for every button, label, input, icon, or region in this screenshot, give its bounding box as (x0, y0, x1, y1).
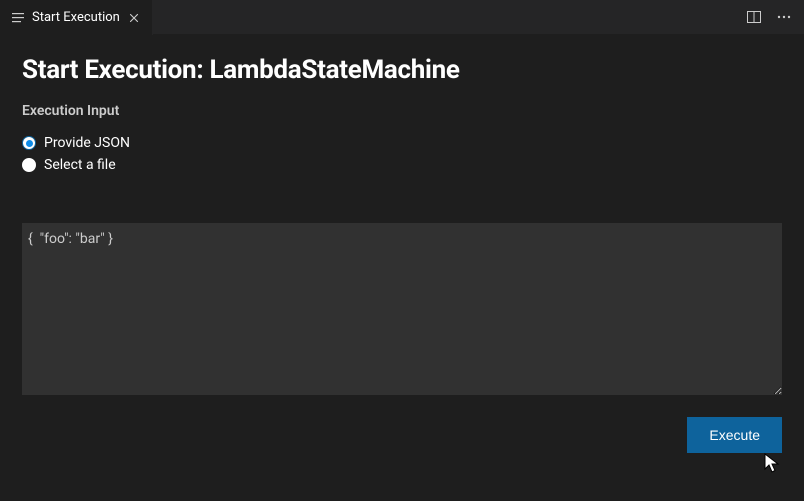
button-row: Execute (22, 417, 782, 453)
radio-indicator-file (22, 158, 36, 172)
radio-provide-json[interactable]: Provide JSON (22, 135, 782, 151)
radio-indicator-json (22, 136, 36, 150)
page-title: Start Execution: LambdaStateMachine (22, 55, 782, 85)
tab-title: Start Execution (32, 10, 120, 25)
more-actions-icon[interactable] (776, 9, 792, 25)
tab-actions (734, 0, 804, 34)
radio-group: Provide JSON Select a file (22, 135, 782, 173)
radio-select-file[interactable]: Select a file (22, 157, 782, 173)
json-input-textarea[interactable] (22, 223, 782, 395)
tab-start-execution[interactable]: Start Execution (0, 0, 153, 35)
split-editor-icon[interactable] (746, 9, 762, 25)
tab-bar: Start Execution (0, 0, 804, 35)
section-label: Execution Input (22, 103, 782, 119)
content: Start Execution: LambdaStateMachine Exec… (0, 35, 804, 473)
radio-label-file: Select a file (44, 157, 116, 173)
radio-label-json: Provide JSON (44, 135, 130, 151)
preview-icon (10, 10, 26, 26)
close-icon[interactable] (126, 10, 142, 26)
execute-button[interactable]: Execute (687, 417, 782, 453)
tab-left-group: Start Execution (0, 0, 153, 34)
